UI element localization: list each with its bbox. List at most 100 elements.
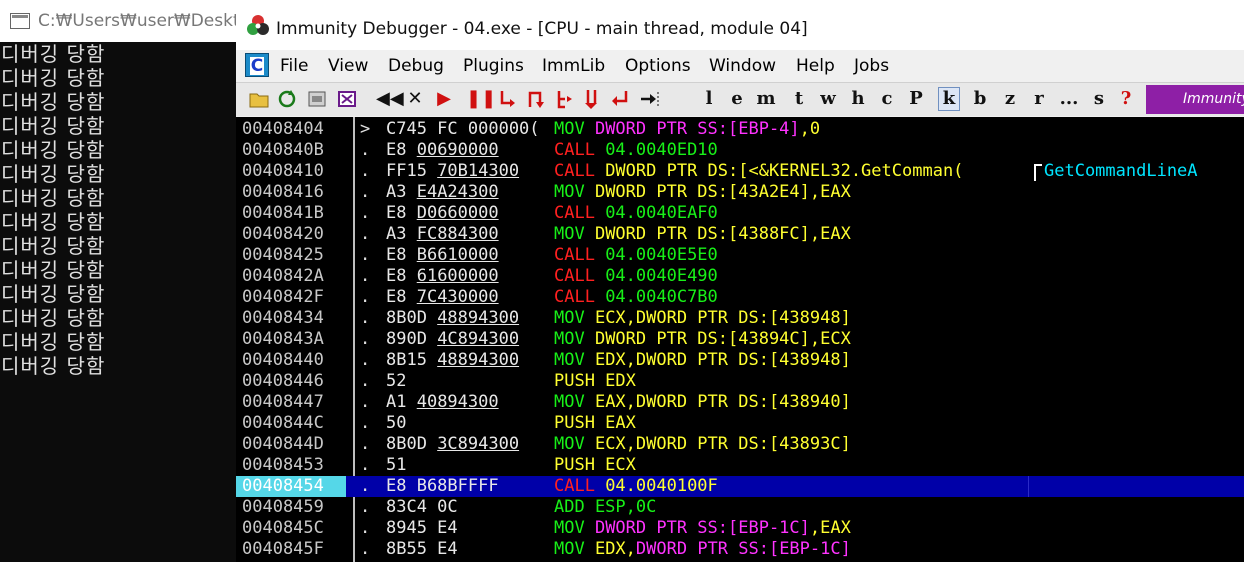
toolbar-help-question[interactable]: ? <box>1118 87 1134 111</box>
console-line: 디버깅 당함 <box>1 306 106 330</box>
disassembly-row[interactable]: 0040843A. 890D 4C894300 MOV DWORD PTR DS:[… <box>236 329 1244 350</box>
toolbar-run-trace[interactable]: ... <box>1056 87 1082 111</box>
disassembly-row[interactable]: 0040844C. 50 PUSH EAX <box>236 413 1244 434</box>
close-program-icon[interactable] <box>306 87 328 111</box>
menu-immlib[interactable]: ImmLib <box>542 50 605 82</box>
menu-debug[interactable]: Debug <box>388 50 444 82</box>
toolbar-windows-w[interactable]: w <box>818 87 838 111</box>
disassembly-row[interactable]: 00408425. E8 B6610000 CALL 04.0040E5E0 <box>236 245 1244 266</box>
instruction-address: 00408446 <box>242 371 324 391</box>
flow-marker: . <box>360 518 371 538</box>
toolbar-threads-t[interactable]: t <box>792 87 806 111</box>
disassembly-text: MOV DWORD PTR SS:[EBP-4],0 <box>554 119 1031 140</box>
cpu-window-icon[interactable]: C <box>245 53 269 77</box>
asm-token: MOV <box>554 350 595 370</box>
console-line: 디버깅 당함 <box>1 162 106 186</box>
console-line: 디버깅 당함 <box>1 138 106 162</box>
toolbar-handles-h[interactable]: h <box>850 87 866 111</box>
menu-help[interactable]: Help <box>796 50 835 82</box>
console-window-icon <box>10 13 30 29</box>
asm-token: CALL <box>554 266 606 286</box>
hex-bytes: A3 <box>386 182 417 202</box>
go-to-icon[interactable] <box>638 87 660 111</box>
instruction-address: 00408440 <box>242 350 324 370</box>
asm-token: 04.0040100F <box>605 476 718 496</box>
disassembly-row[interactable]: 00408453. 51 PUSH ECX <box>236 455 1244 476</box>
hex-operand: 70B14300 <box>437 161 520 181</box>
disassembly-row-selected[interactable]: 00408454. E8 B68BFFFF CALL 04.0040100F <box>236 476 1244 497</box>
menu-file[interactable]: File <box>280 50 308 82</box>
toolbar-breakpoints-b[interactable]: b <box>972 87 988 111</box>
menu-jobs[interactable]: Jobs <box>854 50 889 82</box>
debugger-titlebar[interactable]: Immunity Debugger - 04.exe - [CPU - main… <box>236 0 1244 50</box>
menu-view[interactable]: View <box>328 50 368 82</box>
toolbar-log-l[interactable]: l <box>702 87 716 111</box>
toolbar-memory-m[interactable]: m <box>756 87 776 111</box>
toolbar-callstack-k[interactable]: k <box>938 87 960 111</box>
disassembly-text: CALL 04.0040ED10 <box>554 140 1031 161</box>
pause-icon[interactable]: ❚❚ <box>466 87 496 111</box>
hex-bytes: A3 <box>386 224 417 244</box>
hex-bytes: 8945 E4 <box>386 518 458 538</box>
trace-over-icon[interactable] <box>582 87 604 111</box>
disassembly-row[interactable]: 00408440. 8B15 48894300 MOV EDX,DWORD PTR … <box>236 350 1244 371</box>
run-icon[interactable]: ▶ <box>436 87 452 111</box>
disassembly-row[interactable]: 00408404 > C745 FC 000000(MOV DWORD PTR SS… <box>236 119 1244 140</box>
open-folder-icon[interactable] <box>248 87 270 111</box>
disassembly-row[interactable]: 00408446. 52 PUSH EDX <box>236 371 1244 392</box>
console-window[interactable]: C:₩Users₩user₩Deskto 디버깅 당함 디버깅 당함 디버깅 당함 디… <box>0 0 250 562</box>
hex-dump: E8 B6610000 <box>386 245 548 266</box>
asm-token: CALL <box>554 476 606 496</box>
toolbar-patches-p[interactable]: P <box>908 87 924 111</box>
disassembly-row[interactable]: 00408434. 8B0D 48894300 MOV ECX,DWORD PTR … <box>236 308 1244 329</box>
hex-dump: 52 <box>386 371 548 392</box>
flow-marker: . <box>360 245 371 265</box>
toolbar-references-r[interactable]: r <box>1032 87 1046 111</box>
step-into-icon[interactable] <box>498 87 520 111</box>
asm-token: MOV <box>554 182 595 202</box>
comment-bracket <box>1034 164 1042 181</box>
asm-token: EDX, <box>594 539 636 559</box>
disassembly-row[interactable]: 00408420. A3 FC884300 MOV DWORD PTR DS:[43… <box>236 224 1244 245</box>
asm-token: DWORD PTR DS:[43A2E4],EAX <box>594 182 851 202</box>
disassembly-row[interactable]: 00408447. A1 40894300 MOV EAX,DWORD PTR DS… <box>236 392 1244 413</box>
menu-options[interactable]: Options <box>625 50 691 82</box>
disassembly-row[interactable]: 0040845F. 8B55 E4 MOV EDX,DWORD PTR SS:[EB… <box>236 539 1244 560</box>
hex-operand: 61600000 <box>416 266 499 286</box>
disassembly-row[interactable]: 0040842A. E8 61600000 CALL 04.0040E490 <box>236 266 1244 287</box>
disassembly-row[interactable]: 0040841B. E8 D0660000 CALL 04.0040EAF0 <box>236 203 1244 224</box>
disassembly-row[interactable]: 00408416. A3 E4A24300 MOV DWORD PTR DS:[43… <box>236 182 1244 203</box>
attach-icon[interactable] <box>336 87 358 111</box>
hex-operand: 40894300 <box>416 392 499 412</box>
restart-icon[interactable] <box>276 87 298 111</box>
console-titlebar[interactable]: C:₩Users₩user₩Deskto <box>0 0 250 42</box>
disassembly-row[interactable]: 0040845C. 8945 E4 MOV DWORD PTR SS:[EBP-1C… <box>236 518 1244 539</box>
debugger-window[interactable]: Immunity Debugger - 04.exe - [CPU - main… <box>236 0 1244 562</box>
asm-token: ADD ESP,0C <box>554 497 657 517</box>
toolbar-source-s[interactable]: s <box>1092 87 1106 111</box>
disassembly-row[interactable]: 0040842F. E8 7C430000 CALL 04.0040C7B0 <box>236 287 1244 308</box>
asm-token: DWORD PTR DS:[43894C],ECX <box>594 329 851 349</box>
asm-token: MOV <box>554 518 595 538</box>
disassembly-row[interactable]: 00408459. 83C4 0C ADD ESP,0C <box>236 497 1244 518</box>
asm-token: CALL <box>554 161 606 181</box>
console-line: 디버깅 당함 <box>1 354 106 378</box>
disassembly-text: MOV ECX,DWORD PTR DS:[43893C] <box>554 434 1031 455</box>
execute-till-return-icon[interactable] <box>610 87 632 111</box>
disassembly-row[interactable]: 00408410. FF15 70B14300 CALL DWORD PTR DS:… <box>236 161 1244 182</box>
menu-plugins[interactable]: Plugins <box>463 50 524 82</box>
toolbar-cpu-c[interactable]: c <box>880 87 894 111</box>
menu-window[interactable]: Window <box>709 50 776 82</box>
toolbar-hw-breakpoints-z[interactable]: z <box>1002 87 1018 111</box>
disassembly-row[interactable]: 0040844D. 8B0D 3C894300 MOV ECX,DWORD PTR … <box>236 434 1244 455</box>
toolbar-executable-e[interactable]: e <box>730 87 744 111</box>
step-over-icon[interactable] <box>526 87 548 111</box>
stop-icon[interactable]: ✕ <box>406 87 424 111</box>
asm-token: ECX,DWORD PTR DS:[438948] <box>594 308 851 328</box>
rewind-icon[interactable]: ◀◀ <box>376 87 404 111</box>
trace-into-icon[interactable] <box>554 87 576 111</box>
cpu-disassembly-pane[interactable]: 00408404 > C745 FC 000000(MOV DWORD PTR SS… <box>236 117 1244 562</box>
flow-marker: . <box>360 455 371 475</box>
disassembly-row[interactable]: 0040840B. E8 00690000 CALL 04.0040ED10 <box>236 140 1244 161</box>
instruction-address: 00408404 <box>242 119 324 139</box>
